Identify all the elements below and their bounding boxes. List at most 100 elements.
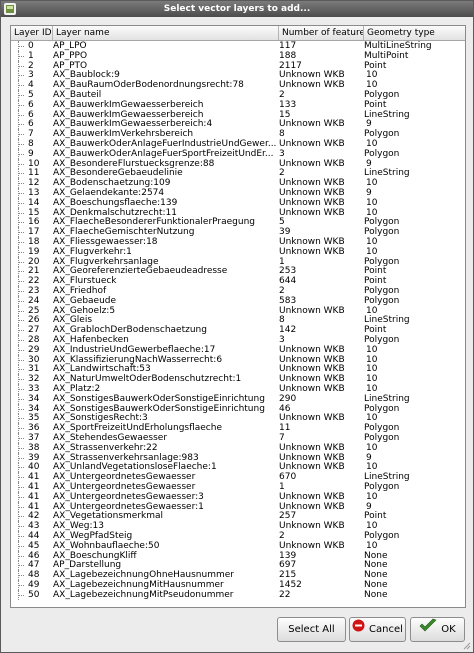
table-row[interactable]: 6 AX_BauwerkImGewaesserbereich 15 LineStrin… [11, 109, 465, 120]
table-row[interactable]: 41 AX_UntergeordnetesGewaesser 1 Polygon [11, 482, 465, 492]
table-row[interactable]: 34 AX_SonstigesBauwerkOderSonstigeEinrich… [11, 403, 465, 414]
table-row[interactable]: 22 AX_Flurstueck 644 Point [11, 276, 465, 287]
layer-name-cell: AX_GrablochDerBodenschaetzung [53, 325, 207, 336]
geometry-type-cell: 10 [366, 354, 378, 365]
table-row[interactable]: 25 AX_Gehoelz:5 Unknown WKB 10 [11, 305, 465, 316]
table-row[interactable]: 15 AX_Denkmalschutzrecht:11 Unknown WKB 10 [11, 207, 465, 218]
tree-branch-icon [14, 50, 24, 61]
table-row[interactable]: 24 AX_Gebaeude 583 Polygon [11, 295, 465, 306]
table-row[interactable]: 17 AX_FlaecheGemischterNutzung 39 Polygon [11, 227, 465, 238]
table-row[interactable]: 37 AX_StehendesGewaesser 7 Polygon [11, 433, 465, 443]
table-row[interactable]: 21 AX_GeoreferenzierteGebaeudeadresse 253 P… [11, 266, 465, 277]
table-row[interactable]: 42 AX_Vegetationsmerkmal 257 Point [11, 511, 465, 522]
geometry-type-cell: Polygon [364, 403, 400, 414]
table-row[interactable]: 27 AX_GrablochDerBodenschaetzung 142 Point [11, 325, 465, 336]
header-layer-name[interactable]: Layer name [53, 26, 279, 40]
table-row[interactable]: 5 AX_Bauteil 2 Polygon [11, 90, 465, 100]
table-row[interactable]: 26 AX_Gleis 8 LineString [11, 315, 465, 326]
table-row[interactable]: 30 AX_KlassifizierungNachWasserrecht:6 Unk… [11, 354, 465, 365]
table-row[interactable]: 47 AP_Darstellung 697 None [11, 560, 465, 571]
geometry-type-cell: 10 [366, 384, 378, 394]
table-row[interactable]: 23 AX_Friedhof 2 Polygon [11, 286, 465, 296]
table-row[interactable]: 28 AX_Hafenbecken 3 Polygon [11, 335, 465, 345]
table-row[interactable]: 40 AX_UnlandVegetationsloseFlaeche:1 Unkno… [11, 462, 465, 473]
feature-count-cell: 257 [279, 511, 297, 522]
table-row[interactable]: 9 AX_BauwerkOderAnlageFuerSportFreizeitUn… [11, 148, 465, 159]
cancel-icon [352, 618, 365, 641]
layer-id-cell: 41 [28, 501, 40, 512]
table-row[interactable]: 0 AP_LPO 117 MultiLineString [11, 41, 465, 51]
title-bar[interactable]: Select vector layers to add... [1, 1, 473, 17]
feature-count-cell: 215 [279, 570, 297, 581]
table-row[interactable]: 6 AX_BauwerkImGewaesserbereich:4 Unknown W… [11, 119, 465, 130]
table-row[interactable]: 12 AX_Bodenschaetzung:109 Unknown WKB 10 [11, 178, 465, 189]
table-row[interactable]: 8 AX_BauwerkOderAnlageFuerIndustrieUndGew… [11, 139, 465, 149]
table-row[interactable]: 7 AX_BauwerkImVerkehrsbereich 8 Polygon [11, 129, 465, 140]
geometry-type-cell: Point [364, 325, 387, 336]
table-row[interactable]: 39 AX_Strassenverkehrsanlage:983 Unknown W… [11, 452, 465, 463]
tree-branch-icon [14, 148, 24, 159]
table-row[interactable]: 32 AX_NaturUmweltOderBodenschutzrecht:1 Un… [11, 374, 465, 385]
table-row[interactable]: 38 AX_Strassenverkehr:22 Unknown WKB 10 [11, 442, 465, 453]
table-row[interactable]: 43 AX_Weg:13 Unknown WKB 10 [11, 521, 465, 532]
table-row[interactable]: 4 AX_BauRaumOderBodenordnungsrecht:78 Unkn… [11, 80, 465, 91]
tree-branch-icon [14, 550, 24, 561]
table-row[interactable]: 16 AX_FlaecheBesondererFunktionalerPraegu… [11, 217, 465, 228]
layer-table[interactable]: Layer ID Layer name Number of features G… [10, 25, 466, 608]
table-row[interactable]: 44 AX_WegPfadSteig 2 Polygon [11, 531, 465, 541]
header-feature-count[interactable]: Number of features [279, 26, 364, 40]
feature-count-cell: Unknown WKB [279, 158, 345, 169]
table-row[interactable]: 49 AX_LagebezeichnungMitHausnummer 1452 Non… [11, 580, 465, 590]
geometry-type-cell: LineString [364, 168, 410, 179]
table-row[interactable]: 3 AX_Baublock:9 Unknown WKB 10 [11, 70, 465, 81]
layer-id-cell: 13 [28, 188, 40, 198]
layer-name-cell: AX_LagebezeichnungMitHausnummer [53, 580, 224, 590]
table-row[interactable]: 50 AX_LagebezeichnungMitPseudonummer 22 Non… [11, 589, 465, 600]
table-row[interactable]: 6 AX_BauwerkImGewaesserbereich 133 Point [11, 99, 465, 110]
tree-branch-icon [14, 364, 24, 375]
geometry-type-cell: 9 [366, 119, 372, 130]
ok-button[interactable]: OK [410, 617, 465, 642]
layer-name-cell: AX_Flugverkehr:1 [53, 246, 132, 257]
feature-count-cell: 15 [279, 109, 291, 120]
table-row[interactable]: 36 AX_SportFreizeitUndErholungsflaeche 11 P… [11, 423, 465, 434]
table-row[interactable]: 19 AX_Flugverkehr:1 Unknown WKB 10 [11, 246, 465, 257]
geometry-type-cell: LineString [364, 393, 410, 404]
table-row[interactable]: 41 AX_UntergeordnetesGewaesser 670 LineStri… [11, 472, 465, 483]
layer-name-cell: AX_Gebaeude [53, 295, 117, 306]
select-all-button[interactable]: Select All [277, 617, 346, 642]
cancel-button[interactable]: Cancel [349, 617, 406, 642]
table-row[interactable]: 18 AX_Fliessgewaesser:18 Unknown WKB 10 [11, 237, 465, 247]
layer-name-cell: AX_BauRaumOderBodenordnungsrecht:78 [53, 80, 244, 91]
geometry-type-cell: 10 [366, 237, 378, 247]
feature-count-cell: 5 [279, 217, 285, 228]
table-row[interactable]: 20 AX_Flugverkehrsanlage 1 Polygon [11, 256, 465, 267]
table-row[interactable]: 1 AP_PPO 188 MultiPoint [11, 50, 465, 61]
header-layer-id[interactable]: Layer ID [11, 26, 53, 40]
tree-branch-icon [14, 462, 24, 473]
header-geometry-type[interactable]: Geometry type [364, 26, 465, 40]
layer-name-cell: AP_PPO [53, 50, 88, 61]
table-row[interactable]: 31 AX_Landwirtschaft:53 Unknown WKB 10 [11, 364, 465, 375]
table-row[interactable]: 29 AX_IndustrieUndGewerbeflaeche:17 Unknow… [11, 344, 465, 355]
table-row[interactable]: 41 AX_UntergeordnetesGewaesser:3 Unknown W… [11, 491, 465, 502]
table-row[interactable]: 13 AX_Gelaendekante:2574 Unknown WKB 9 [11, 188, 465, 198]
table-row[interactable]: 2 AP_PTO 2117 Point [11, 60, 465, 71]
table-row[interactable]: 14 AX_Boeschungsflaeche:139 Unknown WKB 10 [11, 197, 465, 208]
table-row[interactable]: 46 AX_BoeschungKliff 139 None [11, 550, 465, 561]
table-row[interactable]: 35 AX_SonstigesRecht:3 Unknown WKB 10 [11, 413, 465, 424]
tree-branch-icon [14, 325, 24, 336]
table-row[interactable]: 45 AX_Wohnbauflaeche:50 Unknown WKB 10 [11, 540, 465, 551]
tree-branch-icon [14, 266, 24, 277]
app-icon[interactable] [4, 3, 16, 15]
table-row[interactable]: 10 AX_BesondereFlurstuecksgrenze:88 Unknow… [11, 158, 465, 169]
table-row[interactable]: 11 AX_BesondereGebaeudelinie 2 LineString [11, 168, 465, 179]
feature-count-cell: Unknown WKB [279, 452, 345, 463]
layer-name-cell: AX_Flurstueck [53, 276, 117, 287]
table-row[interactable]: 33 AX_Platz:2 Unknown WKB 10 [11, 384, 465, 394]
table-row[interactable]: 48 AX_LagebezeichnungOhneHausnummer 215 Non… [11, 570, 465, 581]
geometry-type-cell: LineString [364, 315, 410, 326]
table-row[interactable]: 34 AX_SonstigesBauwerkOderSonstigeEinrich… [11, 393, 465, 404]
table-row[interactable]: 41 AX_UntergeordnetesGewaesser:1 Unknown W… [11, 501, 465, 512]
resize-grip-icon[interactable] [461, 640, 471, 650]
